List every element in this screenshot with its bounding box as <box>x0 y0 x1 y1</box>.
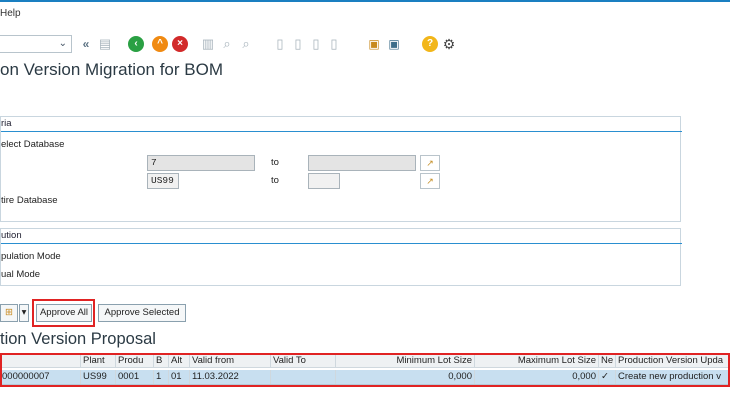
manual-mode-radio[interactable]: ual Mode <box>1 269 40 280</box>
simulation-mode-radio[interactable]: pulation Mode <box>1 251 61 262</box>
exit-icon[interactable]: ^ <box>152 36 168 52</box>
group-divider <box>1 131 682 132</box>
print-icon[interactable]: ▥ <box>200 36 216 52</box>
plant-to-field[interactable] <box>308 173 340 189</box>
criteria-group: ria elect Database 7 to ↗ US99 to ↗ tire… <box>0 116 682 222</box>
chevron-down-icon[interactable]: ⌄ <box>59 38 67 49</box>
cancel-icon[interactable]: × <box>172 36 188 52</box>
material-from-field[interactable]: 7 <box>147 155 255 171</box>
layout-icon[interactable]: ⊞ <box>0 304 18 322</box>
highlight-approve-all <box>32 299 95 327</box>
save-icon[interactable]: ▤ <box>97 36 113 52</box>
toolbar: ⌄ « ▤ ‹ ^ × ▥ ⌕ ⌕ ▯ ▯ ▯ ▯ ▣ ▣ ? ⚙ <box>0 30 730 56</box>
execution-group: ution pulation Mode ual Mode <box>0 228 682 286</box>
last-page-icon[interactable]: ▯ <box>326 36 342 52</box>
layout-dropdown-icon[interactable]: ▾ <box>19 304 29 322</box>
find-next-icon[interactable]: ⌕ <box>238 36 254 52</box>
entire-database-radio[interactable]: tire Database <box>1 195 58 206</box>
menu-help[interactable]: Help <box>0 8 21 19</box>
select-database-radio[interactable]: elect Database <box>1 139 64 150</box>
group-title: ution <box>1 230 22 241</box>
shortcut-icon[interactable]: ▣ <box>386 36 402 52</box>
prev-page-icon[interactable]: ▯ <box>290 36 306 52</box>
multiple-selection-icon[interactable]: ↗ <box>420 155 440 171</box>
multiple-selection-icon[interactable]: ↗ <box>420 173 440 189</box>
page-title: on Version Migration for BOM <box>0 60 223 79</box>
highlight-proposal-table <box>0 353 730 387</box>
to-label: to <box>271 157 279 168</box>
help-icon[interactable]: ? <box>422 36 438 52</box>
new-session-icon[interactable]: ▣ <box>366 36 382 52</box>
proposal-title: tion Version Proposal <box>0 330 156 348</box>
settings-icon[interactable]: ⚙ <box>441 36 457 52</box>
menu-bar: Help <box>0 0 730 26</box>
double-left-icon[interactable]: « <box>78 36 94 52</box>
material-to-field[interactable] <box>308 155 416 171</box>
group-divider <box>1 243 682 244</box>
back-icon[interactable]: ‹ <box>128 36 144 52</box>
next-page-icon[interactable]: ▯ <box>308 36 324 52</box>
command-field[interactable]: ⌄ <box>0 35 72 53</box>
first-page-icon[interactable]: ▯ <box>272 36 288 52</box>
find-icon[interactable]: ⌕ <box>219 36 235 52</box>
group-title: ria <box>1 118 12 129</box>
plant-from-field[interactable]: US99 <box>147 173 179 189</box>
to-label: to <box>271 175 279 186</box>
approve-selected-button[interactable]: Approve Selected <box>98 304 186 322</box>
